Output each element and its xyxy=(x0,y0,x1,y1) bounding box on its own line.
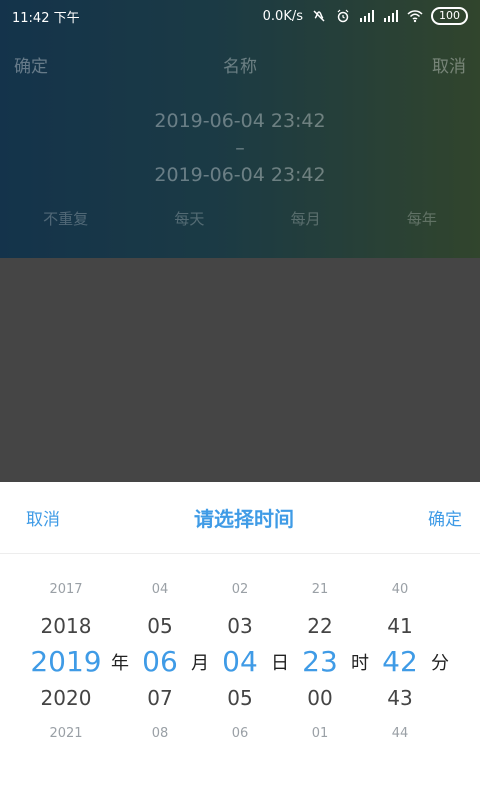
day-option: 02 xyxy=(231,582,249,597)
hour-option: 01 xyxy=(311,726,329,741)
status-left: 11:42 下午 xyxy=(12,7,80,26)
sheet-title: 请选择时间 xyxy=(194,507,294,531)
status-bar: 11:42 下午 0.0K/s 100 xyxy=(0,0,480,32)
minute-option: 41 xyxy=(387,614,413,638)
minute-option: 44 xyxy=(391,726,409,741)
repeat-monthly-tab[interactable]: 每月 xyxy=(291,208,321,229)
sheet-cancel-button[interactable]: 取消 xyxy=(26,505,60,530)
year-option: 2018 xyxy=(40,614,92,638)
signal-icon xyxy=(359,8,375,24)
year-option: 2021 xyxy=(49,726,83,741)
repeat-none-tab[interactable]: 不重复 xyxy=(43,208,88,229)
range-start[interactable]: 2019-06-04 23:42 xyxy=(0,108,480,135)
top-confirm-button[interactable]: 确定 xyxy=(14,52,48,77)
repeat-tabs: 不重复 每天 每月 每年 xyxy=(0,208,480,229)
year-option: 2020 xyxy=(40,686,92,710)
battery-icon: 100 xyxy=(431,7,468,25)
year-option: 2017 xyxy=(49,582,83,597)
year-wheel[interactable]: 2017 2018 2019 2020 2021 xyxy=(26,572,106,752)
sheet-confirm-button[interactable]: 确定 xyxy=(428,505,462,530)
mute-icon xyxy=(311,8,327,24)
range-separator: – xyxy=(235,137,245,159)
status-right: 0.0K/s 100 xyxy=(263,7,468,25)
range-end[interactable]: 2019-06-04 23:42 xyxy=(0,162,480,189)
date-range: 2019-06-04 23:42 – 2019-06-04 23:42 xyxy=(0,108,480,189)
repeat-daily-tab[interactable]: 每天 xyxy=(174,208,204,229)
minute-option: 40 xyxy=(391,582,409,597)
date-time-picker: 2017 2018 2019 2020 2021 年 04 05 06 07 0… xyxy=(0,572,480,792)
month-option: 04 xyxy=(151,582,169,597)
time-picker-sheet: 取消 请选择时间 确定 2017 2018 2019 2020 2021 年 0… xyxy=(0,482,480,800)
hour-option: 22 xyxy=(307,614,333,638)
net-speed: 0.0K/s xyxy=(262,8,303,24)
day-option: 06 xyxy=(231,726,249,741)
top-cancel-button[interactable]: 取消 xyxy=(432,52,466,77)
year-selected: 2019 xyxy=(30,645,102,678)
top-title: 名称 xyxy=(223,56,257,77)
signal-icon xyxy=(383,8,399,24)
hour-option: 00 xyxy=(307,686,333,710)
month-option: 08 xyxy=(151,726,169,741)
hour-option: 21 xyxy=(311,582,329,597)
top-bar: 确定 名称 取消 xyxy=(0,44,480,84)
alarm-icon xyxy=(335,8,351,24)
repeat-yearly-tab[interactable]: 每年 xyxy=(407,208,437,229)
month-option: 05 xyxy=(147,614,173,638)
status-time: 11:42 下午 xyxy=(12,10,80,26)
day-option: 03 xyxy=(227,614,253,638)
minute-option: 43 xyxy=(387,686,413,710)
wifi-icon xyxy=(407,8,423,24)
minute-unit: 分 xyxy=(431,653,449,674)
day-option: 05 xyxy=(227,686,253,710)
month-option: 07 xyxy=(147,686,173,710)
sheet-header: 取消 请选择时间 确定 xyxy=(0,482,480,554)
